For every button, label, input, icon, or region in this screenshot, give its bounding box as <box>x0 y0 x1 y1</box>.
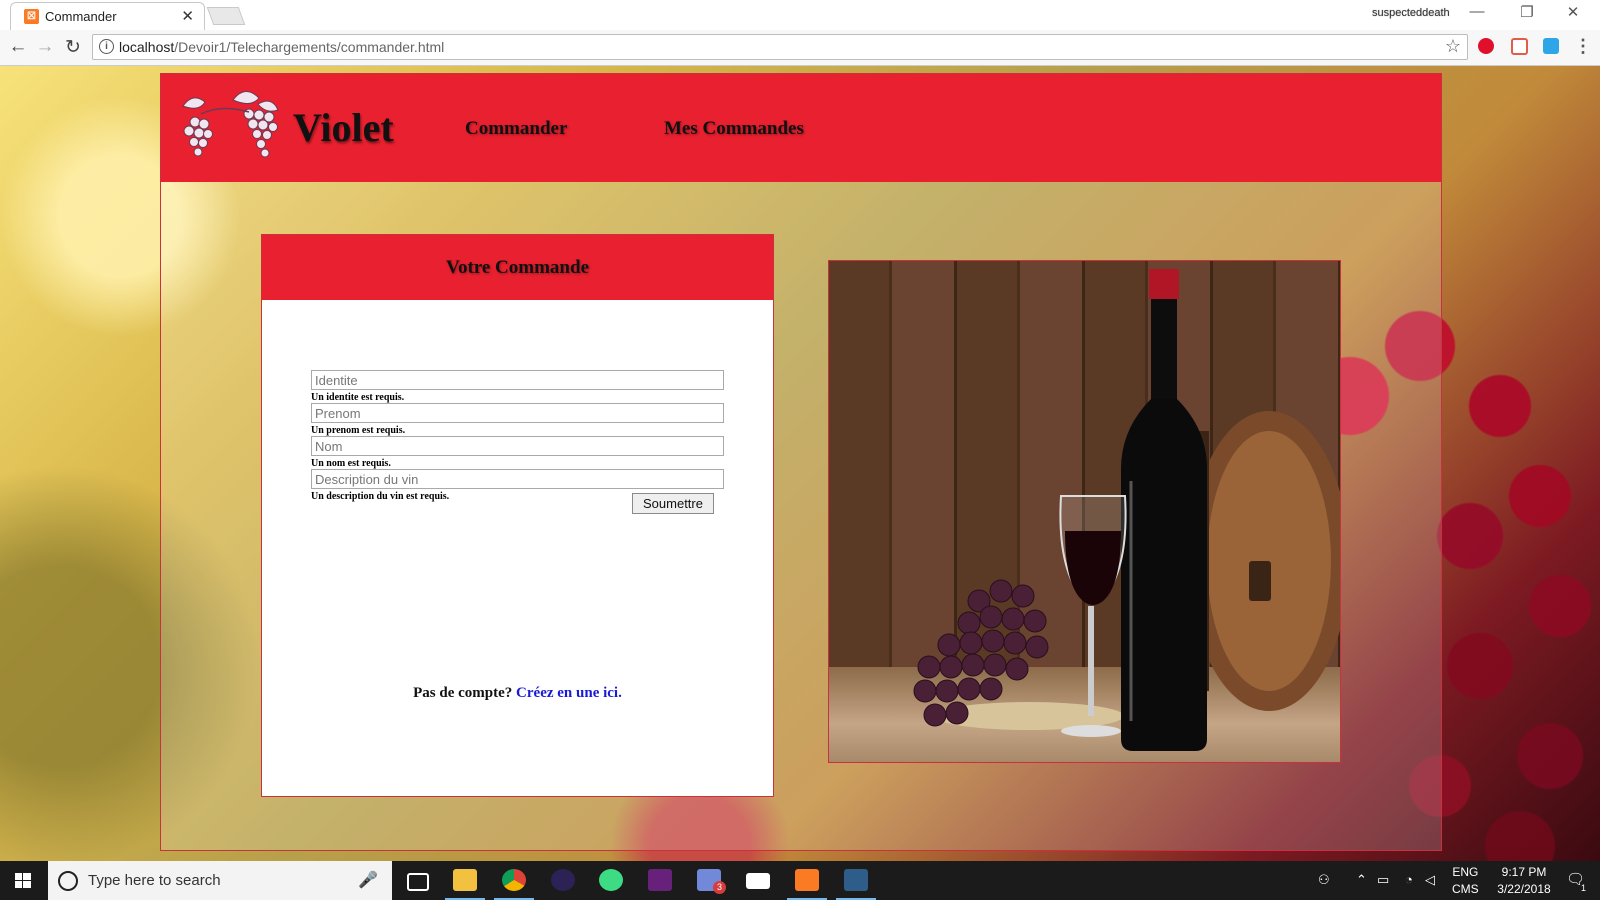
battery-icon[interactable]: ▭ <box>1377 872 1389 888</box>
new-tab-button[interactable] <box>206 7 246 25</box>
minimize-icon[interactable]: — <box>1462 3 1492 20</box>
taskbar-search[interactable]: Type here to search 🎤 <box>48 861 392 900</box>
tab-title: Commander <box>45 9 117 24</box>
microphone-icon[interactable]: 🎤 <box>358 870 378 890</box>
mysql-workbench-icon[interactable] <box>832 861 880 900</box>
taskbar-clock[interactable]: 9:17 PM 3/22/2018 <box>1489 864 1559 898</box>
wine-bottle-illustration <box>913 269 1340 751</box>
signup-link[interactable]: Créez en une ici. <box>516 685 622 701</box>
profile-name[interactable]: suspecteddeath <box>1372 7 1450 19</box>
extension-icon[interactable] <box>1511 38 1528 55</box>
identite-error: Un identite est requis. <box>311 392 405 403</box>
discord-badge: 3 <box>713 881 726 894</box>
site-container: Violet Commander Mes Commandes Votre Com… <box>160 73 1442 851</box>
back-arrow-icon[interactable]: ← <box>6 36 30 58</box>
page-background: Violet Commander Mes Commandes Votre Com… <box>0 66 1600 861</box>
address-bar[interactable]: i localhost/Devoir1/Telechargements/comm… <box>92 34 1468 60</box>
bookmark-star-icon[interactable]: ☆ <box>1445 36 1461 57</box>
prenom-input[interactable] <box>311 403 724 423</box>
prenom-error: Un prenom est requis. <box>311 425 406 436</box>
address-toolbar: ← → ↻ i localhost/Devoir1/Telechargement… <box>0 30 1600 66</box>
people-icon[interactable]: ⚇ <box>1318 872 1330 888</box>
order-form-card: Votre Commande Un identite est requis. U… <box>261 234 774 797</box>
vpn-extension-icon[interactable] <box>1543 38 1559 54</box>
windows-taskbar: Type here to search 🎤 3 ⚇ ⌃ ▭ ◔ ◁ ENG CM… <box>0 861 1600 900</box>
opera-extension-icon[interactable] <box>1478 38 1494 54</box>
visual-studio-icon[interactable] <box>636 861 684 900</box>
xampp-favicon-icon: ☒ <box>24 9 39 24</box>
nav-mes-commandes[interactable]: Mes Commandes <box>664 118 804 140</box>
close-window-icon[interactable]: ✕ <box>1558 3 1588 21</box>
forward-arrow-icon[interactable]: → <box>33 36 57 58</box>
clock-date: 3/22/2018 <box>1497 882 1551 896</box>
nav-commander[interactable]: Commander <box>465 118 567 140</box>
notification-count: 1 <box>1581 883 1587 893</box>
description-error: Un description du vin est requis. <box>311 491 450 502</box>
nom-input[interactable] <box>311 436 724 456</box>
search-placeholder[interactable]: Type here to search <box>88 872 221 889</box>
eclipse-icon[interactable] <box>539 861 587 900</box>
browser-tab[interactable]: ☒ Commander ✕ <box>10 2 205 30</box>
show-hidden-icons-icon[interactable]: ⌃ <box>1356 872 1367 888</box>
windows-start-icon[interactable] <box>0 861 47 900</box>
signup-prompt: Pas de compte? Créez en une ici. <box>262 685 773 702</box>
close-tab-icon[interactable]: ✕ <box>181 7 194 25</box>
card-header: Votre Commande <box>262 235 773 300</box>
xampp-icon[interactable] <box>783 861 831 900</box>
browser-tabstrip: ☒ Commander ✕ suspecteddeath — ❐ ✕ <box>0 0 1600 30</box>
submit-button[interactable]: Soumettre <box>632 493 714 514</box>
android-studio-icon[interactable] <box>587 861 635 900</box>
volume-icon[interactable]: ◁ <box>1425 872 1435 888</box>
nom-error: Un nom est requis. <box>311 458 391 469</box>
file-explorer-icon[interactable] <box>441 861 489 900</box>
url-text[interactable]: localhost/Devoir1/Telechargements/comman… <box>119 39 444 55</box>
reload-icon[interactable]: ↻ <box>61 36 85 59</box>
form-title: Votre Commande <box>445 257 590 278</box>
mail-icon[interactable] <box>734 861 782 900</box>
brand-name[interactable]: Violet <box>293 104 394 151</box>
browser-menu-icon[interactable]: ⋮ <box>1574 36 1592 57</box>
discord-icon[interactable]: 3 <box>685 861 733 900</box>
language-indicator[interactable]: ENG CMS <box>1452 864 1479 898</box>
grapes-logo-icon <box>182 91 279 158</box>
task-view-icon[interactable] <box>392 861 440 900</box>
cortana-icon <box>58 871 78 891</box>
clock-time: 9:17 PM <box>1501 865 1547 879</box>
signup-text: Pas de compte? <box>413 685 513 701</box>
info-icon[interactable]: i <box>99 39 114 54</box>
restore-icon[interactable]: ❐ <box>1512 3 1542 21</box>
wine-image <box>828 260 1341 763</box>
description-vin-input[interactable] <box>311 469 724 489</box>
chrome-icon[interactable] <box>490 861 538 900</box>
identite-input[interactable] <box>311 370 724 390</box>
wifi-icon[interactable]: ◔ <box>1405 872 1413 887</box>
site-header: Violet Commander Mes Commandes <box>161 74 1441 182</box>
